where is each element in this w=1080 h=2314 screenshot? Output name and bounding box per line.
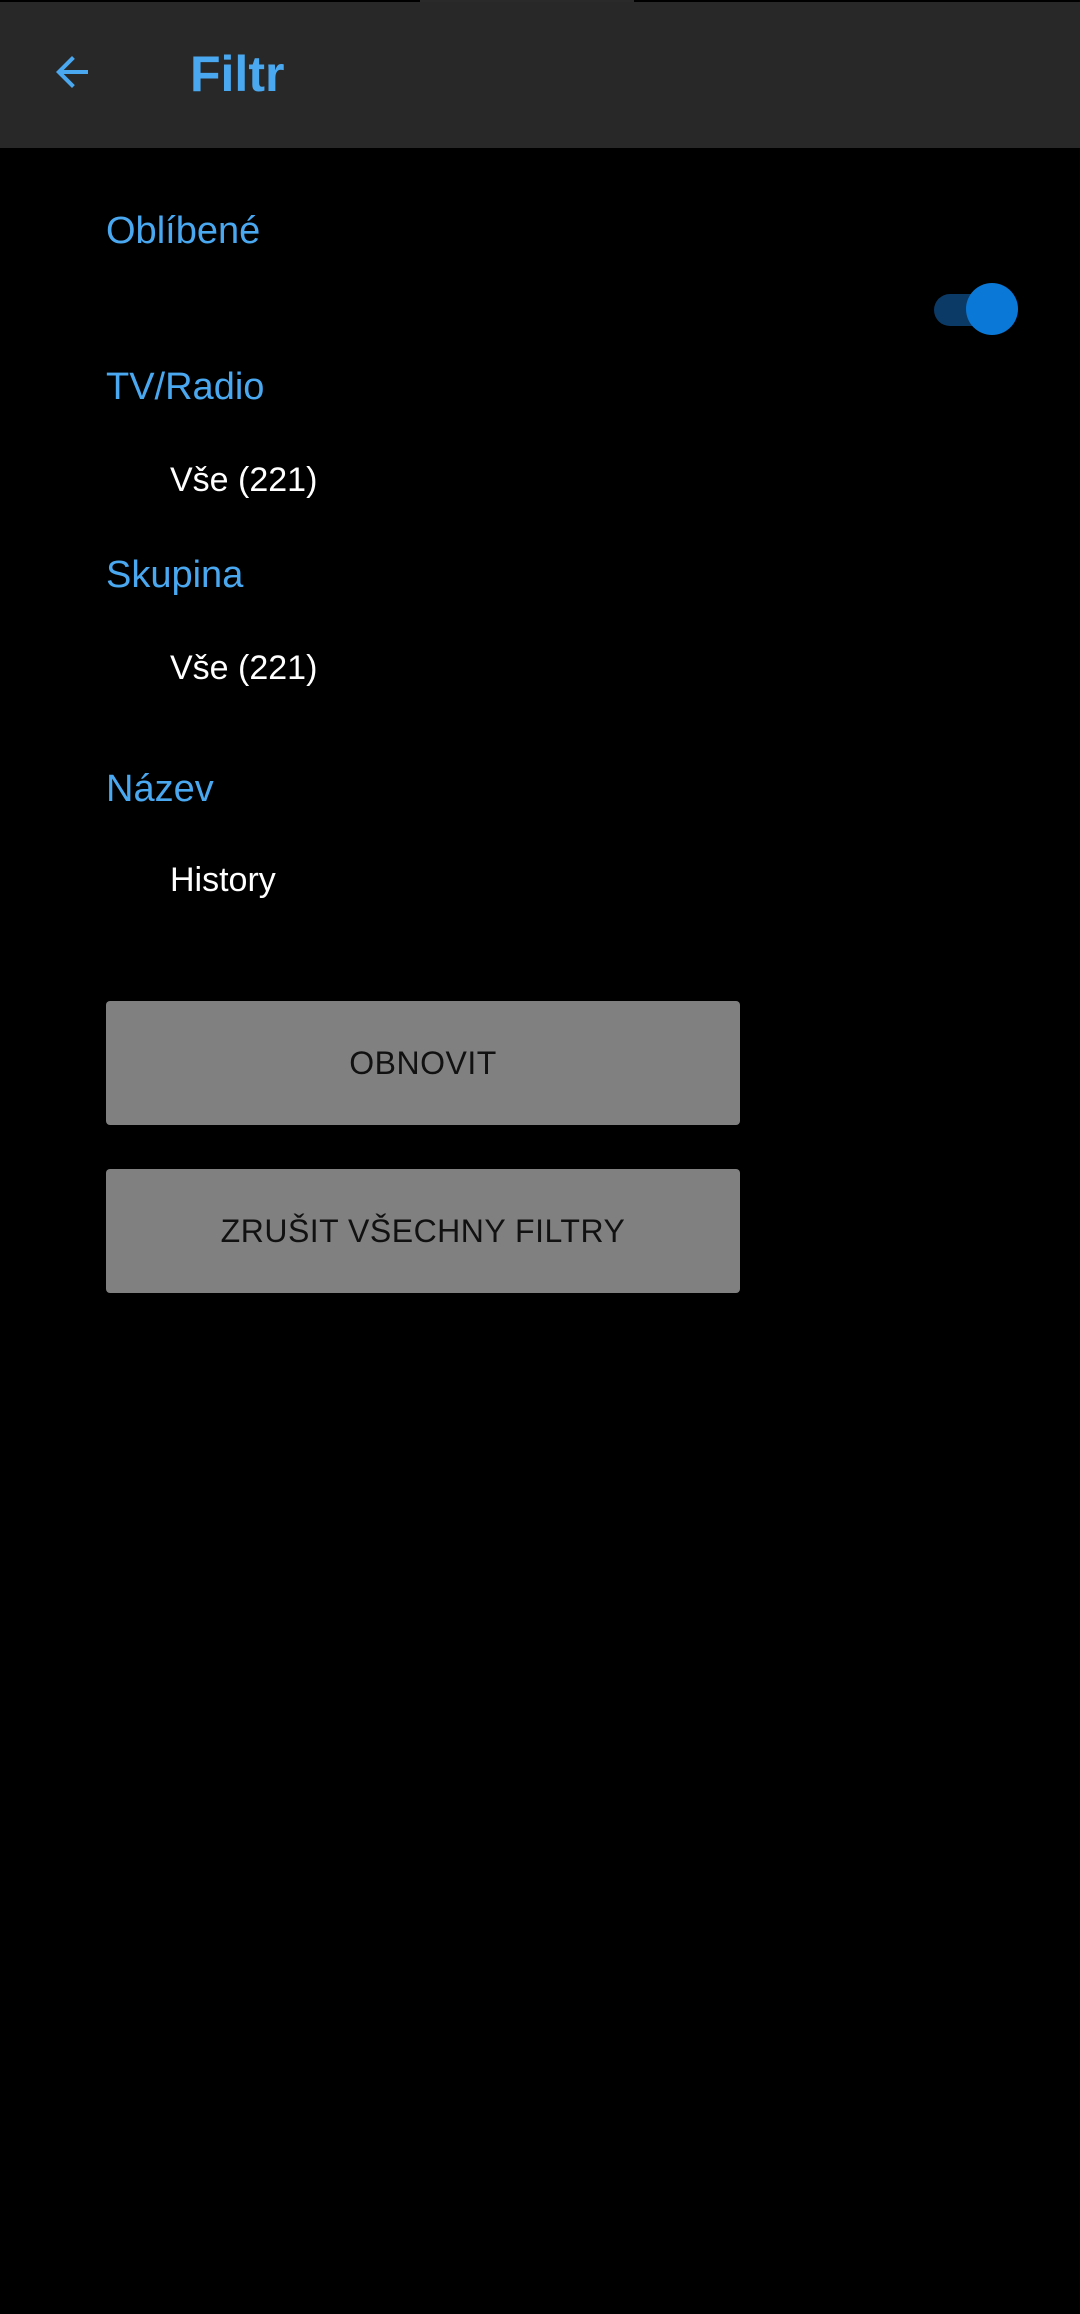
name-label: Název	[106, 768, 214, 810]
tv-radio-label: TV/Radio	[106, 366, 265, 408]
favorites-toggle[interactable]	[934, 280, 1020, 336]
favorites-label: Oblíbené	[106, 210, 261, 252]
name-value[interactable]: History	[170, 858, 276, 902]
app-bar: Filtr	[0, 2, 1080, 148]
group-value[interactable]: Vše (221)	[170, 646, 317, 690]
toggle-thumb	[966, 283, 1018, 335]
arrow-left-icon	[48, 48, 96, 101]
tv-radio-value[interactable]: Vše (221)	[170, 458, 317, 502]
group-label: Skupina	[106, 554, 244, 596]
refresh-button[interactable]: OBNOVIT	[106, 1001, 740, 1125]
clear-all-filters-button[interactable]: ZRUŠIT VŠECHNY FILTRY	[106, 1169, 740, 1293]
page-title: Filtr	[190, 46, 285, 102]
back-button[interactable]	[30, 32, 114, 116]
